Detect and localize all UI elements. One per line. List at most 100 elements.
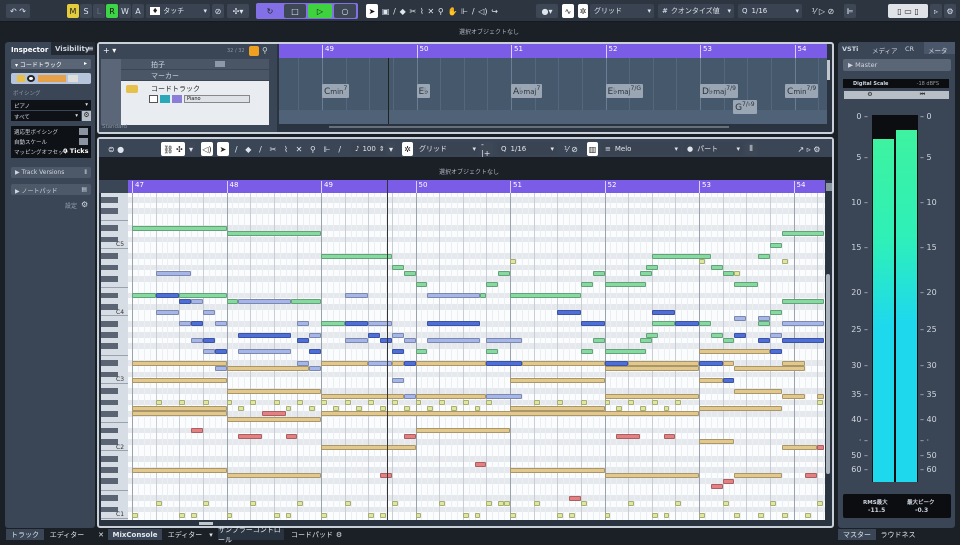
note-grid[interactable]	[128, 193, 825, 520]
chord-event[interactable]: A♭maj7	[511, 84, 543, 98]
eraser-icon[interactable]: ◆	[245, 145, 251, 154]
midi-note[interactable]	[699, 512, 705, 518]
editor-grid-select[interactable]: グリッド ▾	[415, 142, 479, 155]
midi-note[interactable]	[651, 253, 711, 259]
midi-note[interactable]	[368, 400, 375, 405]
tab-loudness[interactable]: ラウドネス	[876, 529, 920, 540]
record-enable-icon[interactable]	[27, 75, 35, 82]
midi-note[interactable]	[628, 501, 635, 507]
midi-note[interactable]	[297, 321, 310, 327]
midi-note[interactable]	[191, 338, 203, 344]
quantize-value-select[interactable]: Q 1/16 ▾	[738, 4, 802, 18]
range-tool-icon[interactable]: ▣	[382, 7, 390, 16]
midi-note[interactable]	[368, 360, 392, 366]
midi-note[interactable]	[368, 512, 375, 518]
midi-note[interactable]	[781, 394, 806, 400]
midi-note[interactable]	[781, 360, 806, 366]
autoscroll-button[interactable]: ∿	[562, 4, 574, 18]
midi-note[interactable]	[226, 473, 321, 479]
midi-note[interactable]	[403, 394, 416, 400]
midi-note[interactable]	[291, 298, 321, 304]
midi-note[interactable]	[132, 360, 227, 366]
midi-note[interactable]	[214, 321, 227, 327]
midi-note[interactable]	[604, 366, 699, 372]
midi-note[interactable]	[604, 512, 611, 518]
midi-note[interactable]	[155, 501, 162, 507]
midi-note[interactable]	[356, 405, 363, 411]
tab-mixconsole[interactable]: MixConsole	[108, 529, 162, 540]
editor-ruler[interactable]: 47 48 49 50 51 52 53 54	[128, 180, 825, 193]
midi-note[interactable]	[474, 405, 481, 411]
midi-note[interactable]	[415, 400, 422, 405]
midi-note[interactable]	[321, 512, 327, 518]
midi-note[interactable]	[699, 439, 735, 445]
midi-note[interactable]	[486, 349, 499, 355]
midi-note[interactable]	[297, 501, 304, 507]
midi-note[interactable]	[403, 433, 416, 439]
black-key[interactable]	[101, 343, 118, 350]
mapping-offset-value[interactable]: 0 Ticks	[63, 147, 89, 155]
midi-note[interactable]	[699, 349, 770, 355]
midi-note[interactable]	[817, 394, 825, 400]
midi-note[interactable]	[226, 416, 321, 422]
editor-tools[interactable]: / ◆ / ✂ ⌇ ✕ ⚲ ⊩ /	[231, 142, 345, 156]
color-button[interactable]: ●▾	[536, 4, 558, 18]
midi-note[interactable]	[663, 512, 670, 518]
black-key[interactable]	[101, 410, 118, 417]
quantize-type-select[interactable]: # クオンタイズ値 ▾	[658, 4, 734, 18]
black-key[interactable]	[101, 253, 118, 260]
midi-note[interactable]	[734, 473, 782, 479]
midi-note[interactable]	[604, 394, 699, 400]
record-button[interactable]: ○	[334, 4, 356, 18]
midi-note[interactable]	[321, 445, 416, 450]
midi-note[interactable]	[403, 270, 416, 276]
automation-mode-select[interactable]: ♦ タッチ ▾	[146, 4, 210, 18]
midi-note[interactable]	[132, 512, 138, 518]
midi-note[interactable]	[391, 332, 404, 338]
midi-note[interactable]	[179, 512, 186, 518]
midi-note[interactable]	[781, 231, 825, 237]
part-select[interactable]: ● パート ▾	[683, 142, 743, 155]
midi-note[interactable]	[427, 338, 481, 344]
tab-master[interactable]: マスター	[838, 529, 876, 540]
lock-icon[interactable]	[68, 75, 78, 82]
midi-note[interactable]	[155, 310, 180, 315]
folder-icon[interactable]	[17, 75, 25, 82]
midi-note[interactable]	[309, 366, 321, 372]
midi-note[interactable]	[639, 338, 652, 344]
chord-track[interactable]: コードトラック	[121, 81, 269, 125]
midi-note[interactable]	[261, 411, 286, 417]
menu-icon[interactable]: ≡	[87, 44, 94, 53]
midi-note[interactable]	[344, 400, 351, 405]
midi-note[interactable]	[616, 405, 623, 411]
midi-note[interactable]	[734, 388, 782, 394]
midi-note[interactable]	[480, 293, 487, 299]
midi-note[interactable]	[309, 405, 316, 411]
midi-note[interactable]	[238, 298, 292, 304]
midi-note[interactable]	[722, 501, 729, 507]
tab-track[interactable]: トラック	[6, 529, 44, 540]
speaker-icon[interactable]: ◁)	[201, 142, 213, 156]
midi-note[interactable]	[344, 338, 369, 344]
project-h-scrollbar[interactable]	[329, 126, 729, 128]
black-key[interactable]	[101, 399, 118, 406]
editor-h-scrollbar[interactable]	[199, 522, 213, 525]
black-key[interactable]	[101, 467, 118, 473]
chevron-down-icon[interactable]: ▾	[187, 142, 195, 156]
chord-event[interactable]: E♭maj7/G	[605, 84, 643, 98]
midi-note[interactable]	[380, 338, 392, 344]
tab-editor-left[interactable]: エディター	[44, 529, 90, 540]
glue-icon[interactable]: ⌇	[284, 145, 288, 154]
midi-note[interactable]	[580, 400, 587, 405]
midi-note[interactable]	[817, 501, 824, 507]
midi-note[interactable]	[155, 400, 162, 405]
midi-note[interactable]	[486, 501, 493, 507]
midi-note[interactable]	[191, 512, 197, 518]
editor-solo-record[interactable]: ⊜ ●	[105, 142, 127, 156]
midi-note[interactable]	[391, 400, 398, 405]
midi-note[interactable]	[699, 377, 723, 383]
link-icon[interactable]: ⛓ ✣	[161, 142, 185, 156]
adaptive-voicing-toggle[interactable]	[79, 128, 88, 135]
midi-note[interactable]	[415, 512, 422, 518]
midi-note[interactable]	[504, 501, 510, 507]
